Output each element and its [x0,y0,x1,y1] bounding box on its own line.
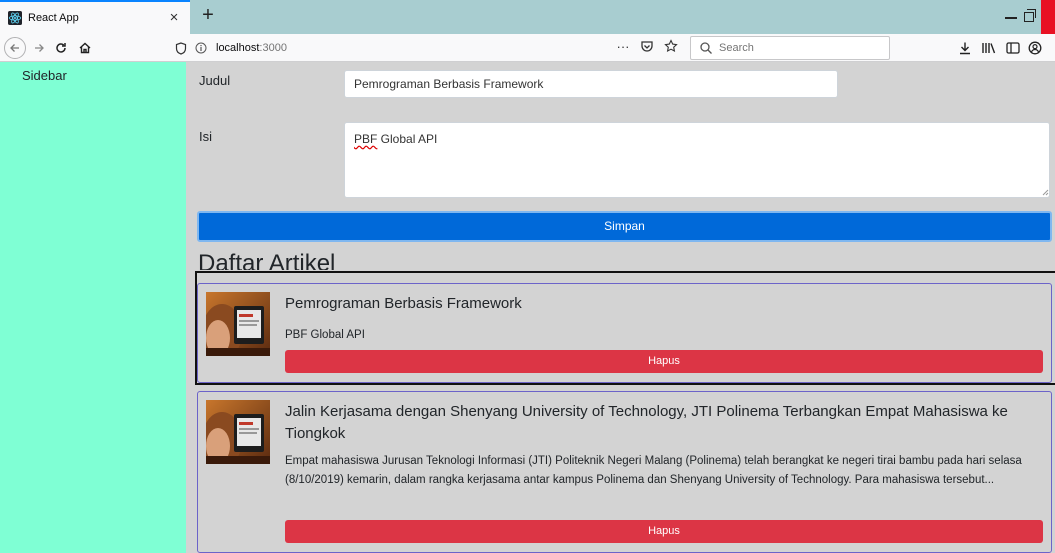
home-button[interactable] [76,38,94,58]
info-icon[interactable] [192,39,210,57]
sidebar: Sidebar [0,62,186,553]
account-icon [1028,41,1042,55]
account-button[interactable] [1025,38,1045,58]
browser-tab[interactable]: React App × [0,0,190,34]
forward-arrow-icon [35,44,44,52]
article-body: Pemrograman Berbasis Framework PBF Globa… [285,284,1043,345]
hapus-button[interactable]: Hapus [285,350,1043,373]
resize-grip-icon[interactable] [1041,188,1049,196]
daftar-artikel-title: Daftar Artikel [198,250,336,270]
page-actions-button[interactable]: ··· [615,38,631,54]
tab-close-button[interactable]: × [166,10,182,26]
library-button[interactable] [979,38,999,58]
article-card: Pemrograman Berbasis Framework PBF Globa… [197,283,1052,383]
misspelled-word: PBF [354,132,378,146]
download-icon [960,42,970,55]
hapus-button[interactable]: Hapus [285,520,1043,543]
judul-input[interactable] [344,70,838,98]
article-text: PBF Global API [285,329,365,341]
forward-button[interactable] [30,38,48,58]
shield-icon[interactable] [172,39,190,57]
sidebar-toggle-button[interactable] [1003,38,1023,58]
back-button[interactable] [4,37,26,59]
article-body: Jalin Kerjasama dengan Shenyang Universi… [285,392,1043,490]
downloads-button[interactable] [955,38,975,58]
search-icon [700,42,712,54]
search-box[interactable] [690,36,890,60]
article-title: Jalin Kerjasama dengan Shenyang Universi… [285,403,1008,442]
restore-window-button[interactable] [1024,9,1036,22]
url-actions: ··· [615,38,679,54]
simpan-button[interactable]: Simpan [197,211,1052,242]
url-text: localhost:3000 [216,42,287,54]
reload-button[interactable] [52,38,70,58]
home-icon [79,42,91,54]
isi-textarea[interactable]: PBF Global API [344,122,1050,198]
tab-title: React App [28,12,79,24]
navigation-toolbar: localhost:3000 ··· [0,34,1055,62]
close-window-button[interactable] [1041,0,1055,34]
sidebar-title: Sidebar [22,68,67,83]
library-icon [982,43,996,54]
article-card: Jalin Kerjasama dengan Shenyang Universi… [197,391,1052,553]
article-thumbnail [206,292,270,356]
url-bar[interactable]: localhost:3000 [168,37,688,59]
sidebar-icon [1006,42,1020,54]
article-text: Empat mahasiswa Jurusan Teknologi Inform… [285,455,1022,486]
url-host: localhost [216,42,260,54]
minimize-window-button[interactable] [1005,17,1017,19]
reload-icon [56,43,66,53]
main-content: Judul Isi PBF Global API Simpan Daftar A… [186,62,1055,553]
isi-text: Global API [377,132,438,146]
back-arrow-icon [10,44,19,52]
star-icon[interactable] [663,38,679,54]
new-tab-button[interactable]: + [196,4,220,28]
url-port: :3000 [259,42,287,54]
react-logo-icon [8,11,22,25]
pocket-icon[interactable] [639,38,655,54]
search-input[interactable] [719,42,879,54]
article-thumbnail [206,400,270,464]
tab-strip: React App × + [0,0,1055,34]
isi-label: Isi [199,129,212,144]
judul-label: Judul [199,73,231,88]
article-title: Pemrograman Berbasis Framework [285,295,522,312]
